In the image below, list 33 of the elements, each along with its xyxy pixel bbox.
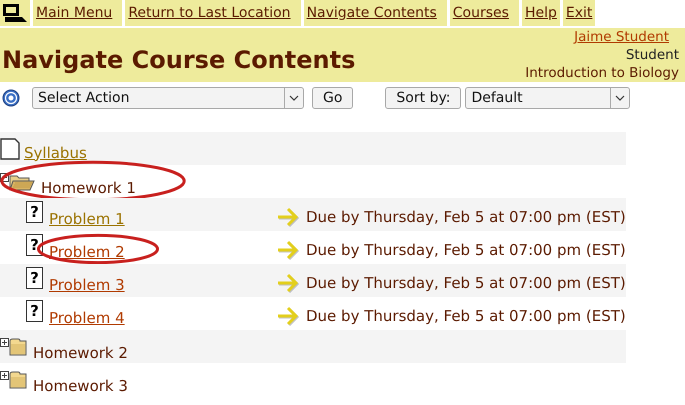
user-role: Student [626,46,679,64]
expand-icon[interactable] [0,371,9,380]
action-select[interactable]: Select Action [32,87,304,109]
sort-select[interactable]: Default [465,87,630,109]
document-link[interactable]: Syllabus [24,144,87,162]
folder-label[interactable]: Homework 2 [33,344,128,362]
arrow-icon [276,306,300,326]
caret-icon [289,95,299,101]
folder-icon [9,371,27,389]
problem-link[interactable]: Problem 4 [49,308,125,326]
problem-link[interactable]: Problem 1 [49,210,125,228]
problem-link[interactable]: Problem 3 [49,276,125,294]
due-date: Due by Thursday, Feb 5 at 07:00 pm (EST) [306,208,626,226]
user-link[interactable]: Jaime Student [574,28,669,46]
expand-icon[interactable] [0,338,9,347]
open-folder-icon [9,173,35,191]
problem-icon: ? [26,300,43,322]
go-button[interactable]: Go [312,87,354,109]
course-name: Introduction to Biology [525,64,679,82]
arrow-icon [276,272,300,292]
problem-icon: ? [26,267,43,289]
due-date: Due by Thursday, Feb 5 at 07:00 pm (EST) [306,240,626,258]
folder-icon [9,338,27,356]
problem-icon: ? [26,201,43,223]
due-date: Due by Thursday, Feb 5 at 07:00 pm (EST) [306,274,626,292]
due-date: Due by Thursday, Feb 5 at 07:00 pm (EST) [306,306,626,324]
computer-icon[interactable] [2,3,28,23]
folder-label[interactable]: Homework 3 [33,376,128,394]
arrow-icon [276,240,300,260]
caret-icon [615,95,626,101]
page-title: Navigate Course Contents [2,46,356,74]
sort-button[interactable]: Sort by: [385,87,462,109]
arrow-icon [276,206,300,226]
